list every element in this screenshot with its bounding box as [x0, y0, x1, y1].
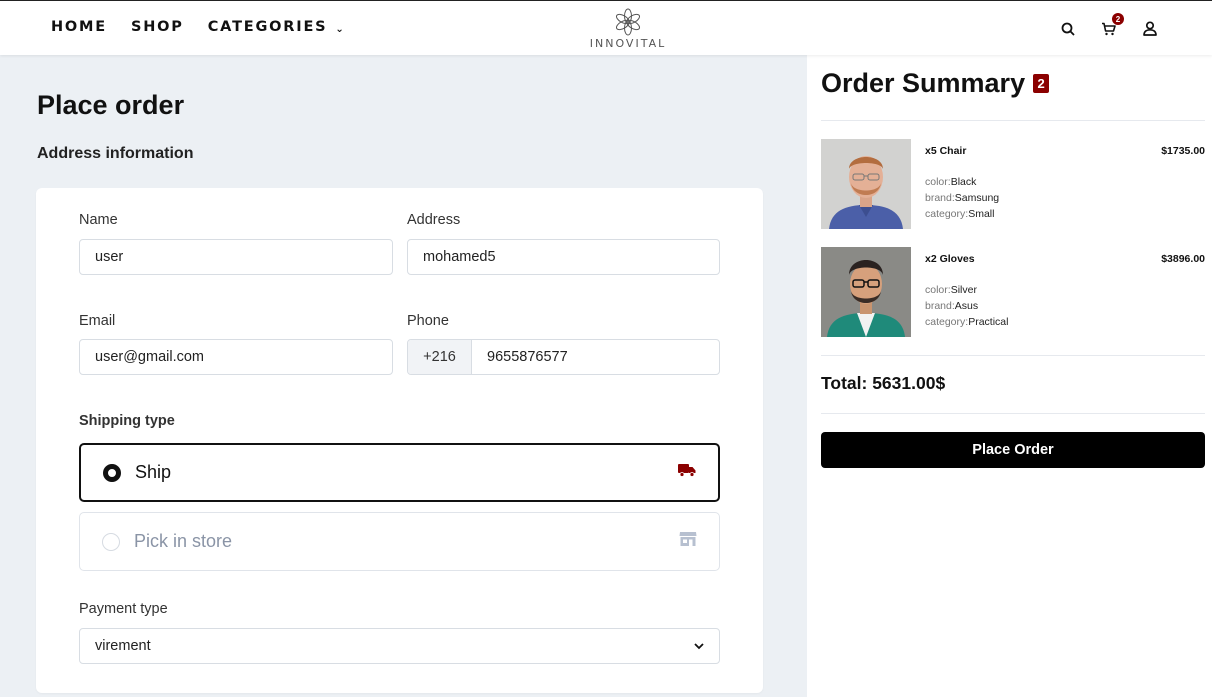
item-attr-color: color:Silver — [925, 284, 977, 296]
email-label: Email — [79, 313, 116, 329]
product-image — [821, 247, 911, 337]
checkout-form-panel: Place order Address information Name use… — [0, 55, 807, 697]
item-price: $3896.00 — [1161, 253, 1205, 265]
radio-selected[interactable] — [103, 463, 121, 482]
attr-value: Black — [950, 176, 977, 188]
payment-type-select[interactable]: virement — [79, 628, 720, 664]
email-input[interactable]: user@gmail.com — [79, 339, 393, 375]
cart-icon[interactable]: 2 — [1100, 13, 1124, 37]
divider — [821, 413, 1205, 414]
name-label: Name — [79, 212, 118, 228]
item-name: x5 Chair — [925, 145, 967, 157]
truck-icon — [678, 463, 696, 482]
shipping-option-ship[interactable]: Ship — [79, 443, 720, 502]
order-item: x2 Gloves $3896.00 color:Silver brand:As… — [821, 247, 1205, 337]
divider — [821, 120, 1205, 121]
logo-text: INNOVITAL — [589, 37, 667, 50]
attr-value: Asus — [954, 300, 979, 312]
name-input[interactable]: user — [79, 239, 393, 275]
item-name: x2 Gloves — [925, 253, 975, 265]
order-count-badge: 2 — [1033, 74, 1050, 93]
order-total: Total: 5631.00$ — [821, 373, 946, 393]
section-title: Address information — [37, 145, 194, 162]
payment-type-value: virement — [95, 638, 151, 654]
store-icon — [679, 531, 697, 552]
order-summary-heading: Order Summary — [821, 68, 1026, 98]
shipping-type-label: Shipping type — [79, 413, 175, 429]
nav-categories-label: CATEGORIES — [207, 19, 328, 35]
divider — [821, 355, 1205, 356]
attr-key: brand: — [925, 300, 955, 312]
attr-value: Samsung — [954, 192, 1000, 204]
place-order-button[interactable]: Place Order — [821, 432, 1205, 468]
item-attr-category: category:Practical — [925, 316, 1008, 328]
phone-input[interactable]: 9655876577 — [472, 340, 719, 374]
shipping-option-pick-in-store[interactable]: Pick in store — [79, 512, 720, 571]
address-card: Name user Address mohamed5 Email user@gm… — [36, 188, 763, 693]
attr-value: Small — [968, 208, 995, 220]
flower-logo-icon — [615, 8, 641, 36]
payment-type-label: Payment type — [79, 601, 168, 617]
nav-shop[interactable]: SHOP — [131, 19, 184, 35]
radio-unselected[interactable] — [102, 532, 120, 551]
item-attr-brand: brand:Samsung — [925, 192, 999, 204]
phone-country-code[interactable]: +216 — [408, 340, 472, 374]
chevron-down-icon: ⌄ — [335, 23, 344, 35]
order-summary-panel: Order Summary 2 x5 Chair $1735.00 color:… — [807, 55, 1212, 697]
search-icon[interactable] — [1059, 20, 1076, 37]
main-nav: HOME SHOP CATEGORIES ⌄ — [51, 19, 344, 35]
attr-key: category: — [925, 208, 969, 220]
chevron-down-icon — [694, 638, 704, 654]
phone-label: Phone — [407, 313, 449, 329]
nav-categories[interactable]: CATEGORIES ⌄ — [208, 19, 344, 35]
nav-home-label: HOME — [51, 19, 107, 35]
cart-count-badge: 2 — [1112, 13, 1124, 25]
order-item: x5 Chair $1735.00 color:Black brand:Sams… — [821, 139, 1205, 229]
user-icon[interactable] — [1141, 20, 1158, 37]
item-attr-category: category:Small — [925, 208, 994, 220]
attr-key: color: — [925, 176, 951, 188]
shipping-option-label: Pick in store — [134, 531, 233, 551]
attr-key: category: — [925, 316, 969, 328]
item-attr-brand: brand:Asus — [925, 300, 978, 312]
address-label: Address — [407, 212, 461, 228]
phone-field: +216 9655876577 — [407, 339, 720, 375]
attr-key: color: — [925, 284, 951, 296]
product-image — [821, 139, 911, 229]
attr-value: Silver — [950, 284, 977, 296]
site-header: HOME SHOP CATEGORIES ⌄ INNOVITAL 2 — [0, 0, 1212, 55]
logo[interactable]: INNOVITAL — [580, 8, 676, 50]
nav-home[interactable]: HOME — [51, 19, 107, 35]
item-price: $1735.00 — [1161, 145, 1205, 157]
item-attr-color: color:Black — [925, 176, 976, 188]
page-title: Place order — [37, 90, 185, 120]
address-input[interactable]: mohamed5 — [407, 239, 720, 275]
order-summary-title: Order Summary 2 — [821, 68, 1050, 99]
attr-value: Practical — [968, 316, 1009, 328]
attr-key: brand: — [925, 192, 955, 204]
nav-shop-label: SHOP — [131, 19, 184, 35]
shipping-option-label: Ship — [135, 462, 172, 482]
header-icons: 2 — [1059, 13, 1158, 37]
